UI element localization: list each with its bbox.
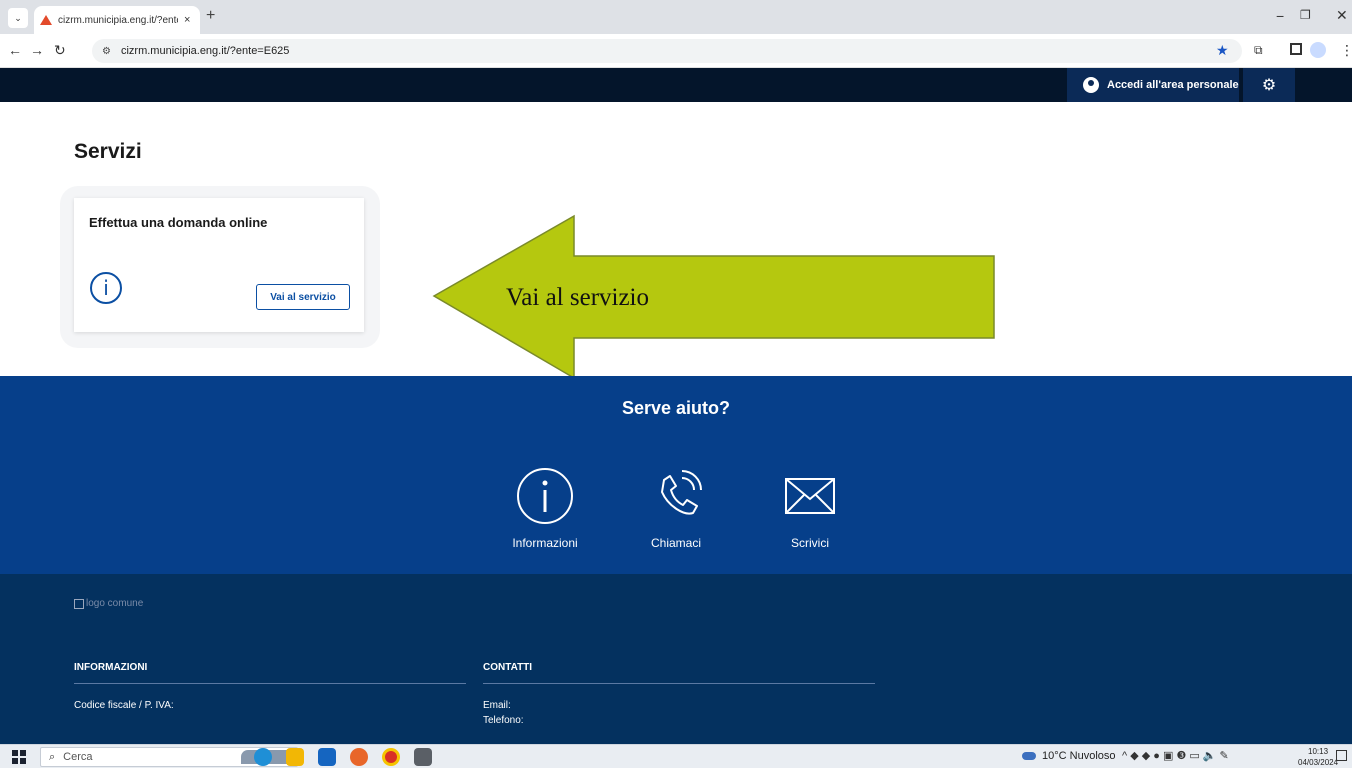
forward-arrow-icon[interactable]: → bbox=[30, 42, 44, 58]
notification-icon[interactable] bbox=[1336, 750, 1347, 761]
service-card: Effettua una domanda online i Vai al ser… bbox=[74, 198, 364, 332]
side-panel-icon[interactable] bbox=[1290, 43, 1302, 55]
footer-logo: logo comune bbox=[74, 598, 143, 609]
browser-tab[interactable]: cizrm.municipia.eng.it/?ente=E6 × bbox=[34, 6, 200, 34]
file-explorer-icon[interactable] bbox=[286, 748, 304, 766]
tab-search-button[interactable]: ⌄ bbox=[8, 8, 28, 28]
login-button[interactable]: Accedi all'area personale bbox=[1067, 68, 1239, 102]
taskbar-clock[interactable]: 10:13 04/03/2024 bbox=[1298, 746, 1338, 768]
url-text: cizrm.municipia.eng.it/?ente=E625 bbox=[120, 45, 290, 57]
footer-heading-contatti: CONTATTI bbox=[483, 662, 875, 684]
browser-tabstrip: ⌄ cizrm.municipia.eng.it/?ente=E6 × + − … bbox=[0, 0, 1352, 34]
favicon-icon bbox=[40, 14, 52, 26]
help-label-chiamaci: Chiamaci bbox=[650, 536, 701, 550]
help-item-scrivici[interactable]: Scrivici bbox=[760, 466, 860, 552]
firefox-icon[interactable] bbox=[350, 748, 368, 766]
footer-col-informazioni: INFORMAZIONI Codice fiscale / P. IVA: bbox=[74, 662, 466, 711]
back-arrow-icon[interactable]: ← bbox=[8, 42, 22, 58]
new-tab-button[interactable]: + bbox=[206, 7, 215, 25]
address-bar[interactable]: ⚙ cizrm.municipia.eng.it/?ente=E625 bbox=[92, 39, 1242, 63]
site-header: Accedi all'area personale ⚙ bbox=[0, 68, 1352, 102]
user-icon bbox=[1083, 77, 1099, 93]
profile-avatar-icon[interactable] bbox=[1310, 42, 1326, 58]
app-icon[interactable] bbox=[414, 748, 432, 766]
footer-email: Email: bbox=[483, 700, 511, 711]
minimize-button[interactable]: − bbox=[1276, 8, 1284, 24]
help-label-informazioni: Informazioni bbox=[512, 536, 578, 550]
windows-start-icon[interactable] bbox=[12, 750, 26, 764]
footer-col-contatti: CONTATTI Email: Telefono: bbox=[483, 662, 875, 726]
footer-heading-informazioni: INFORMAZIONI bbox=[74, 662, 466, 684]
close-window-button[interactable]: ✕ bbox=[1336, 7, 1348, 24]
weather-text: 10°C Nuvoloso bbox=[1042, 750, 1116, 762]
help-item-informazioni[interactable]: Informazioni bbox=[495, 466, 595, 552]
restore-button[interactable]: ❐ bbox=[1300, 8, 1311, 22]
kebab-menu-icon[interactable]: ⋮ bbox=[1340, 42, 1352, 59]
mail-icon bbox=[785, 478, 835, 514]
login-label: Accedi all'area personale bbox=[1107, 79, 1239, 91]
tab-close-button[interactable]: × bbox=[184, 14, 190, 26]
footer-codice-fiscale: Codice fiscale / P. IVA: bbox=[74, 700, 174, 711]
clock-time: 10:13 bbox=[1308, 747, 1329, 756]
broken-image-icon bbox=[74, 598, 84, 609]
reload-icon[interactable]: ↻ bbox=[54, 42, 66, 59]
help-title: Serve aiuto? bbox=[621, 398, 731, 418]
edge-icon[interactable] bbox=[254, 748, 272, 766]
site-footer: logo comune INFORMAZIONI Codice fiscale … bbox=[0, 574, 1352, 744]
logo-alt-text: logo comune bbox=[86, 598, 144, 609]
help-label-scrivici: Scrivici bbox=[791, 536, 829, 550]
cloud-icon bbox=[1022, 752, 1036, 760]
site-info-icon[interactable]: ⚙ bbox=[102, 46, 111, 57]
info-icon bbox=[517, 468, 573, 524]
search-label: Cerca bbox=[63, 751, 93, 763]
weather-widget[interactable]: 10°C Nuvoloso bbox=[1022, 750, 1116, 762]
settings-button[interactable]: ⚙ bbox=[1243, 68, 1295, 102]
outlook-icon[interactable] bbox=[318, 748, 336, 766]
page-title: Servizi bbox=[74, 140, 142, 163]
info-icon[interactable]: i bbox=[90, 272, 122, 304]
phone-icon bbox=[661, 470, 702, 515]
browser-toolbar: ← → ↻ ⚙ cizrm.municipia.eng.it/?ente=E62… bbox=[0, 34, 1352, 68]
clock-date: 04/03/2024 bbox=[1298, 758, 1339, 767]
help-item-chiamaci[interactable]: Chiamaci bbox=[626, 466, 726, 552]
extensions-icon[interactable]: ⧉ bbox=[1254, 43, 1263, 58]
tab-title: cizrm.municipia.eng.it/?ente=E6 bbox=[58, 14, 178, 26]
bookmark-star-icon[interactable]: ★ bbox=[1216, 42, 1229, 59]
gear-icon: ⚙ bbox=[1261, 77, 1277, 94]
system-tray[interactable]: ^ ◆ ◆ ● ▣ ❸ ▭ 🔈 ✎ bbox=[1122, 749, 1229, 762]
callout-text: Vai al servizio bbox=[506, 284, 650, 311]
chrome-icon[interactable] bbox=[382, 748, 400, 766]
vai-al-servizio-button[interactable]: Vai al servizio bbox=[256, 284, 350, 310]
search-icon: ⌕ bbox=[49, 750, 56, 763]
footer-telefono: Telefono: bbox=[483, 715, 524, 726]
os-taskbar: ⌕ Cerca 10°C Nuvoloso ^ ◆ ◆ ● ▣ ❸ ▭ 🔈 ✎ … bbox=[0, 744, 1352, 768]
card-title: Effettua una domanda online bbox=[89, 215, 268, 230]
help-section: Serve aiuto? Informazioni Chiamaci Scriv… bbox=[0, 376, 1352, 574]
